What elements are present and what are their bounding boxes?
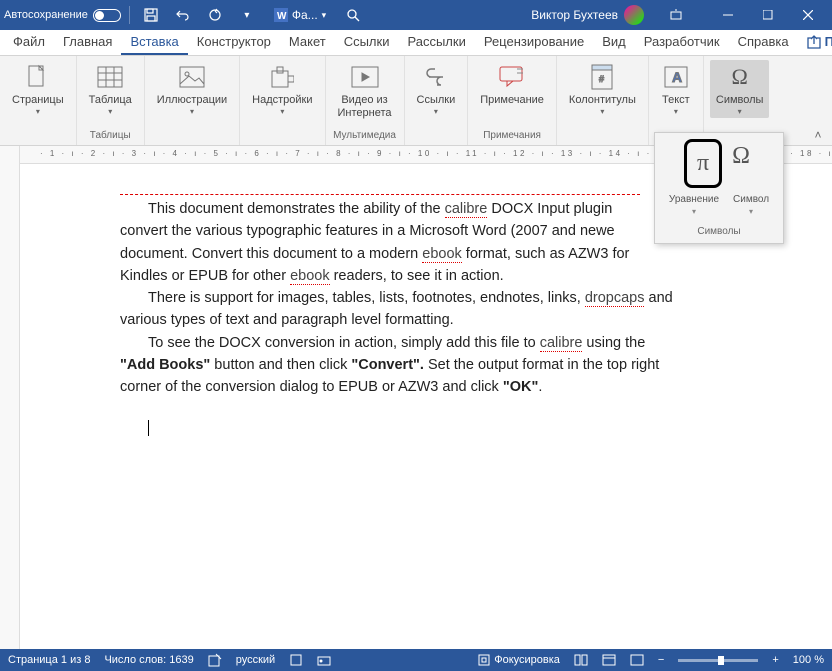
autosave-label: Автосохранение [4, 9, 88, 21]
svg-text:#: # [599, 74, 604, 84]
tab-file[interactable]: Файл [4, 30, 54, 55]
autosave-toggle[interactable]: Автосохранение [4, 9, 121, 22]
table-button[interactable]: Таблица ▾ [83, 60, 138, 118]
group-headerfooter: # Колонтитулы ▾ [557, 56, 649, 145]
symbol-button[interactable]: Ω [728, 139, 754, 188]
status-page[interactable]: Страница 1 из 8 [8, 654, 90, 666]
status-macro-icon[interactable] [317, 653, 331, 667]
tab-references[interactable]: Ссылки [335, 30, 399, 55]
symbols-dropdown: π Ω Уравнение ▾ Символ ▾ Символы [654, 132, 784, 244]
headerfooter-button[interactable]: # Колонтитулы ▾ [563, 60, 642, 118]
addin-icon [267, 62, 297, 92]
comment-icon [497, 62, 527, 92]
group-addins: Надстройки ▾ [240, 56, 325, 145]
omega-icon-small: Ω [732, 143, 750, 170]
pi-icon: π [697, 150, 709, 177]
symbol-label-btn[interactable]: Символ ▾ [729, 190, 773, 220]
tab-help[interactable]: Справка [729, 30, 798, 55]
tab-design[interactable]: Конструктор [188, 30, 280, 55]
qat-customize-icon[interactable]: ▾ [234, 2, 260, 28]
tab-insert[interactable]: Вставка [121, 30, 187, 55]
zoom-slider[interactable] [678, 659, 758, 662]
status-spellcheck-icon[interactable] [208, 653, 222, 667]
status-bar: Страница 1 из 8 Число слов: 1639 русский… [0, 649, 832, 671]
ruler-vertical[interactable] [0, 164, 20, 649]
document-title[interactable]: W Фа... ▾ [274, 8, 326, 22]
close-button[interactable] [788, 0, 828, 30]
search-icon[interactable] [340, 2, 366, 28]
links-button[interactable]: Ссылки ▾ [411, 60, 462, 118]
tab-view[interactable]: Вид [593, 30, 635, 55]
ribbon-display-icon[interactable] [656, 0, 696, 30]
group-pages: Страницы ▾ [0, 56, 77, 145]
group-tables: Таблица ▾ Таблицы [77, 56, 145, 145]
ribbon-tabs: Файл Главная Вставка Конструктор Макет С… [0, 30, 832, 56]
text-cursor [148, 420, 149, 436]
redo-icon[interactable] [202, 2, 228, 28]
status-wordcount[interactable]: Число слов: 1639 [104, 654, 193, 666]
share-icon [807, 35, 821, 49]
picture-icon [177, 62, 207, 92]
headerfooter-icon: # [587, 62, 617, 92]
toggle-switch[interactable] [93, 9, 121, 22]
dropdown-group-label: Символы [661, 226, 777, 237]
view-web-icon[interactable] [630, 654, 644, 666]
table-icon [95, 62, 125, 92]
link-icon [421, 62, 451, 92]
illustrations-button[interactable]: Иллюстрации ▾ [151, 60, 233, 118]
page-icon [23, 62, 53, 92]
group-comments: Примечание Примечания [468, 56, 557, 145]
equation-button[interactable]: π [684, 139, 722, 188]
status-language[interactable]: русский [236, 654, 275, 666]
text-button[interactable]: A Текст ▾ [655, 60, 697, 118]
group-media: Видео из Интернета Мультимедиа [326, 56, 405, 145]
collapse-ribbon-icon[interactable]: ˄ [808, 127, 828, 143]
tab-review[interactable]: Рецензирование [475, 30, 593, 55]
group-links: Ссылки ▾ [405, 56, 469, 145]
zoom-in-button[interactable]: + [772, 654, 778, 666]
status-accessibility-icon[interactable] [289, 653, 303, 667]
addins-button[interactable]: Надстройки ▾ [246, 60, 318, 118]
save-icon[interactable] [138, 2, 164, 28]
tab-developer[interactable]: Разработчик [635, 30, 729, 55]
view-read-icon[interactable] [602, 654, 616, 666]
focus-mode-button[interactable]: Фокусировка [478, 654, 560, 666]
view-print-icon[interactable] [574, 654, 588, 666]
minimize-button[interactable] [708, 0, 748, 30]
svg-text:W: W [277, 11, 287, 22]
textbox-icon: A [661, 62, 691, 92]
comment-button[interactable]: Примечание [474, 60, 550, 109]
tab-layout[interactable]: Макет [280, 30, 335, 55]
tab-home[interactable]: Главная [54, 30, 121, 55]
title-bar: Автосохранение ▾ W Фа... ▾ Виктор Бухтее… [0, 0, 832, 30]
maximize-button[interactable] [748, 0, 788, 30]
zoom-level[interactable]: 100 % [793, 654, 824, 666]
online-video-button[interactable]: Видео из Интернета [332, 60, 398, 122]
avatar [624, 5, 644, 25]
omega-icon: Ω [725, 62, 755, 92]
pages-button[interactable]: Страницы ▾ [6, 60, 70, 118]
video-icon [350, 62, 380, 92]
symbols-button[interactable]: Ω Символы ▾ [710, 60, 770, 118]
tab-mailings[interactable]: Рассылки [398, 30, 474, 55]
equation-label-btn[interactable]: Уравнение ▾ [665, 190, 723, 220]
svg-text:A: A [672, 69, 682, 85]
group-illustrations: Иллюстрации ▾ [145, 56, 240, 145]
user-account[interactable]: Виктор Бухтеев [531, 5, 644, 25]
zoom-out-button[interactable]: − [658, 654, 664, 666]
share-button[interactable]: Поделиться [798, 30, 832, 55]
word-doc-icon: W [274, 8, 288, 22]
focus-icon [478, 654, 490, 666]
undo-icon[interactable] [170, 2, 196, 28]
